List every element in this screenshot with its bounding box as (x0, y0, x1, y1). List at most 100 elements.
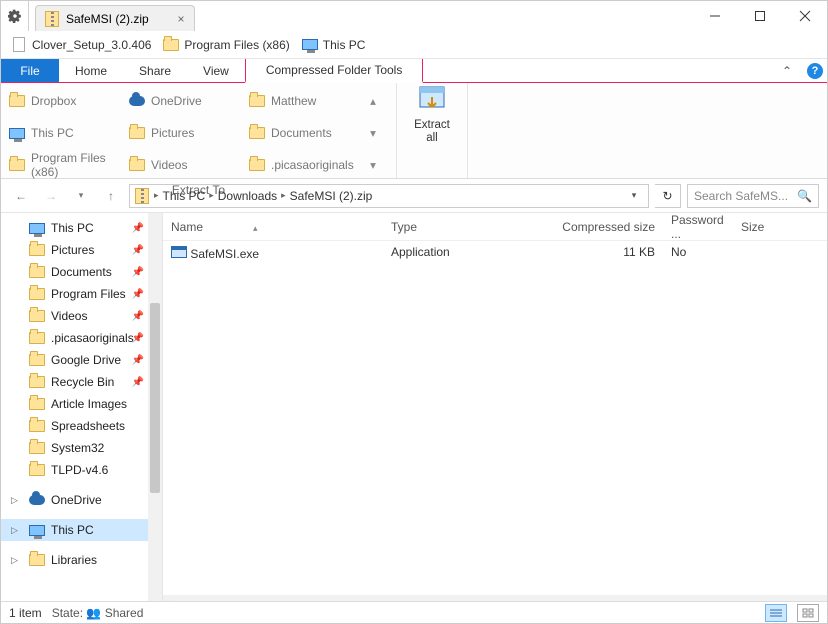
shelf-item[interactable]: Clover_Setup_3.0.406 (11, 37, 151, 53)
tree-item[interactable]: Documents📌 (1, 261, 162, 283)
column-size[interactable]: Size (733, 220, 773, 234)
tree-item[interactable]: Videos 📌 (1, 305, 162, 327)
extract-dest[interactable]: Videos (125, 149, 245, 181)
maximize-button[interactable] (737, 1, 782, 31)
breadcrumb[interactable]: Downloads (218, 189, 277, 203)
breadcrumb[interactable]: SafeMSI (2).zip (290, 189, 373, 203)
pin-icon[interactable]: 📌 (132, 377, 144, 388)
column-compressed-size[interactable]: Compressed size (543, 220, 663, 234)
chevron-right-icon[interactable]: ▸ (154, 190, 159, 201)
tree-item[interactable]: System32 (1, 437, 162, 459)
tab-home[interactable]: Home (59, 59, 123, 82)
back-button[interactable]: ← (9, 184, 33, 208)
pin-icon[interactable]: 📌 (132, 355, 144, 366)
table-row[interactable]: SafeMSI.exeApplication11 KBNo (163, 241, 827, 263)
extract-all-button[interactable]: Extract all (397, 83, 467, 144)
close-tab-icon[interactable]: × (174, 12, 188, 26)
extract-dest[interactable]: This PC (5, 117, 125, 149)
column-name[interactable]: Name▴ (163, 220, 383, 234)
scroll-down-icon[interactable]: ▾ (365, 117, 381, 149)
close-button[interactable] (782, 1, 827, 31)
sidebar-scrollbar[interactable] (148, 213, 162, 611)
tree-item[interactable]: Article Images (1, 393, 162, 415)
zip-icon (44, 11, 60, 27)
tree-label: Videos (51, 309, 87, 323)
tab-safemsi[interactable]: SafeMSI (2).zip × (35, 5, 195, 31)
ribbon-tabs: File Home Share View Compressed Folder T… (1, 59, 827, 83)
folder-icon (163, 37, 179, 53)
tree-label: Google Drive (51, 353, 121, 367)
expand-icon[interactable]: ▷ (11, 495, 18, 506)
item-count: 1 item (9, 606, 42, 620)
tree-item[interactable]: Recycle Bin 📌 (1, 371, 162, 393)
tree-item[interactable]: .picasaoriginals📌 (1, 327, 162, 349)
tree-item[interactable]: Program Files📌 (1, 283, 162, 305)
monitor-icon (302, 37, 318, 53)
tab-share[interactable]: Share (123, 59, 187, 82)
status-bar: 1 item State: 👥 Shared (1, 601, 827, 623)
file-list: Name▴ Type Compressed size Password ... … (163, 213, 827, 611)
column-type[interactable]: Type (383, 220, 543, 234)
folder-icon (29, 418, 45, 434)
bookmark-shelf: Clover_Setup_3.0.406 Program Files (x86)… (1, 31, 827, 59)
column-password[interactable]: Password ... (663, 213, 733, 241)
shelf-item[interactable]: Program Files (x86) (163, 37, 289, 53)
page-icon (11, 37, 27, 53)
folder-icon (29, 286, 45, 302)
extract-dest[interactable]: Program Files (x86) (5, 149, 125, 181)
refresh-button[interactable]: ↻ (655, 184, 681, 208)
minimize-button[interactable] (692, 1, 737, 31)
extract-dest[interactable]: .picasaoriginals (245, 149, 365, 181)
tree-item[interactable]: ▷This PC (1, 519, 162, 541)
tree-item[interactable]: Pictures 📌 (1, 239, 162, 261)
recent-dropdown-icon[interactable]: ▾ (69, 184, 93, 208)
tree-item[interactable]: ▷ Libraries (1, 549, 162, 571)
tree-label: Recycle Bin (51, 375, 114, 389)
breadcrumb[interactable]: This PC (163, 189, 206, 203)
more-dests-icon[interactable]: ▾ (365, 149, 381, 181)
address-bar[interactable]: ▸ This PC ▸ Downloads ▸ SafeMSI (2).zip … (129, 184, 649, 208)
browser-tabs: SafeMSI (2).zip × (29, 1, 692, 31)
extract-dest[interactable]: Documents (245, 117, 365, 149)
details-view-button[interactable] (765, 604, 787, 622)
tree-label: Spreadsheets (51, 419, 125, 433)
pin-icon[interactable]: 📌 (132, 223, 144, 234)
shelf-label: This PC (323, 38, 366, 52)
pin-icon[interactable]: 📌 (132, 289, 144, 300)
chevron-right-icon[interactable]: ▸ (209, 190, 214, 201)
title-bar: SafeMSI (2).zip × (1, 1, 827, 31)
pin-icon[interactable]: 📌 (132, 267, 144, 278)
extract-dest[interactable]: OneDrive (125, 85, 245, 117)
pin-icon[interactable]: 📌 (132, 333, 144, 344)
forward-button[interactable]: → (39, 184, 63, 208)
up-button[interactable]: ↑ (99, 184, 123, 208)
icons-view-button[interactable] (797, 604, 819, 622)
pin-icon[interactable]: 📌 (132, 245, 144, 256)
chevron-right-icon[interactable]: ▸ (281, 190, 286, 201)
tree-item[interactable]: Spreadsheets (1, 415, 162, 437)
ribbon-collapse-icon[interactable]: ⌃ (771, 59, 803, 82)
tab-compressed-folder-tools[interactable]: Compressed Folder Tools (245, 59, 424, 83)
tree-item[interactable]: This PC📌 (1, 217, 162, 239)
tree-item[interactable]: ▷OneDrive (1, 489, 162, 511)
system-menu-icon[interactable] (1, 1, 29, 31)
navigation-tree: This PC📌Pictures📌Documents📌Program Files… (1, 213, 163, 611)
pin-icon[interactable]: 📌 (132, 311, 144, 322)
tree-label: Libraries (51, 553, 97, 567)
extract-dest[interactable]: Dropbox (5, 85, 125, 117)
tree-label: Pictures (51, 243, 94, 257)
search-input[interactable]: Search SafeMS... 🔍 (687, 184, 819, 208)
expand-icon[interactable]: ▷ (11, 555, 18, 566)
extract-dest[interactable]: Pictures (125, 117, 245, 149)
expand-icon[interactable]: ▷ (11, 525, 18, 536)
tree-item[interactable]: Google Drive 📌 (1, 349, 162, 371)
tab-view[interactable]: View (187, 59, 245, 82)
file-menu[interactable]: File (1, 59, 59, 82)
tree-item[interactable]: TLPD-v4.6 (1, 459, 162, 481)
scroll-up-icon[interactable]: ▴ (365, 85, 381, 117)
address-dropdown-icon[interactable]: ▾ (624, 190, 644, 201)
shelf-item[interactable]: This PC (302, 37, 366, 53)
extract-dest[interactable]: Matthew (245, 85, 365, 117)
folder-icon (29, 374, 45, 390)
help-button[interactable]: ? (803, 59, 827, 82)
